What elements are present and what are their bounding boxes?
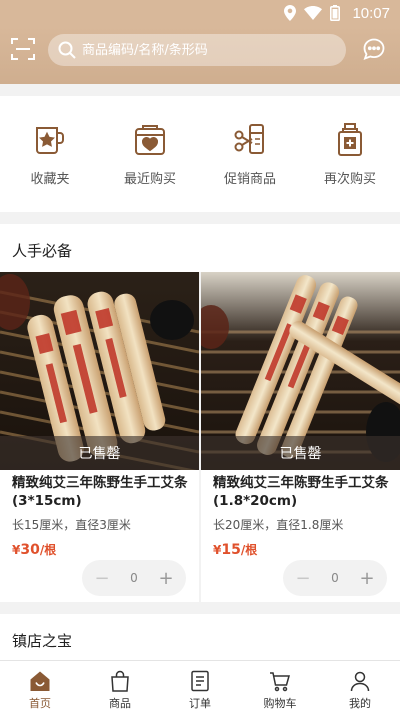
product-image: 已售罄: [201, 272, 400, 470]
status-bar: 10:07: [0, 0, 400, 26]
decrement-button[interactable]: −: [94, 568, 110, 589]
sold-out-overlay: 已售罄: [0, 436, 199, 470]
section-title: 镇店之宝: [12, 632, 73, 650]
tab-label: 商品: [109, 697, 131, 710]
shopping-bag-icon: [111, 670, 129, 692]
order-list-icon: [191, 670, 209, 692]
sold-out-overlay: 已售罄: [201, 436, 400, 470]
quantity-stepper: − 0 +: [82, 560, 186, 596]
quick-favorites[interactable]: 收藏夹: [5, 122, 95, 187]
product-spec: 长15厘米，直径3厘米: [12, 518, 131, 532]
product-spec: 长20厘米，直径1.8厘米: [213, 518, 344, 532]
increment-button[interactable]: +: [158, 568, 174, 589]
product-card[interactable]: 已售罄 精致纯艾三年陈野生手工艾条(1.8*20cm) 长20厘米，直径1.8厘…: [201, 272, 400, 602]
bottom-tab-bar: 首页 商品 订单 购物车 我的: [0, 660, 400, 712]
mug-star-icon: [36, 126, 64, 154]
battery-icon: [330, 5, 341, 21]
message-button[interactable]: [362, 37, 386, 61]
decrement-button[interactable]: −: [295, 568, 311, 589]
tab-mine[interactable]: 我的: [320, 661, 400, 712]
product-grid: 已售罄 精致纯艾三年陈野生手工艾条(3*15cm) 长15厘米，直径3厘米 ¥3…: [0, 272, 400, 602]
product-name: 精致纯艾三年陈野生手工艾条(1.8*20cm): [213, 475, 389, 509]
search-input[interactable]: [82, 42, 322, 58]
increment-button[interactable]: +: [359, 568, 375, 589]
scan-icon: [11, 38, 35, 60]
tab-home[interactable]: 首页: [0, 661, 80, 712]
product-price: ¥30/根: [0, 533, 199, 558]
tab-products[interactable]: 商品: [80, 661, 160, 712]
tab-label: 订单: [189, 697, 211, 710]
quick-label: 收藏夹: [30, 171, 70, 187]
bag-heart-icon: [135, 124, 165, 155]
tab-orders[interactable]: 订单: [160, 661, 240, 712]
quantity-value[interactable]: 0: [130, 571, 138, 585]
user-icon: [350, 671, 370, 692]
price-unit: /根: [240, 543, 258, 557]
tab-label: 我的: [349, 697, 371, 710]
tab-label: 首页: [29, 697, 51, 710]
search-icon: [58, 41, 76, 59]
quick-promotion[interactable]: 促销商品: [205, 122, 295, 187]
scissors-coupon-icon: [234, 123, 264, 154]
quantity-value[interactable]: 0: [331, 571, 339, 585]
section-treasure: 镇店之宝: [0, 614, 400, 660]
scan-button[interactable]: [10, 36, 36, 62]
product-name: 精致纯艾三年陈野生手工艾条(3*15cm): [12, 475, 188, 509]
quick-links: 收藏夹 最近购买 促销商品 再次购买: [0, 96, 400, 212]
bottle-plus-icon: [338, 122, 362, 156]
quick-recent[interactable]: 最近购买: [105, 122, 195, 187]
quantity-stepper: − 0 +: [283, 560, 387, 596]
quick-label: 促销商品: [223, 171, 276, 187]
price-value: 30: [20, 542, 40, 558]
home-icon: [30, 671, 50, 691]
location-icon: [284, 5, 297, 21]
product-card[interactable]: 已售罄 精致纯艾三年陈野生手工艾条(3*15cm) 长15厘米，直径3厘米 ¥3…: [0, 272, 199, 602]
wifi-icon: [304, 6, 323, 20]
price-value: 15: [221, 542, 241, 558]
price-unit: /根: [39, 543, 57, 557]
cart-icon: [270, 672, 290, 692]
product-image: 已售罄: [0, 272, 199, 470]
quick-label: 再次购买: [323, 171, 376, 187]
tab-label: 购物车: [263, 697, 297, 710]
product-price: ¥15/根: [201, 533, 400, 558]
chat-bubble-icon: [363, 38, 385, 61]
section-must-have: 人手必备: [0, 224, 400, 272]
tab-cart[interactable]: 购物车: [240, 661, 320, 712]
search-box[interactable]: [48, 34, 346, 66]
header: [0, 26, 400, 110]
section-title: 人手必备: [12, 242, 73, 260]
quick-rebuy[interactable]: 再次购买: [305, 122, 395, 187]
quick-label: 最近购买: [123, 171, 176, 187]
status-time: 10:07: [352, 4, 390, 22]
